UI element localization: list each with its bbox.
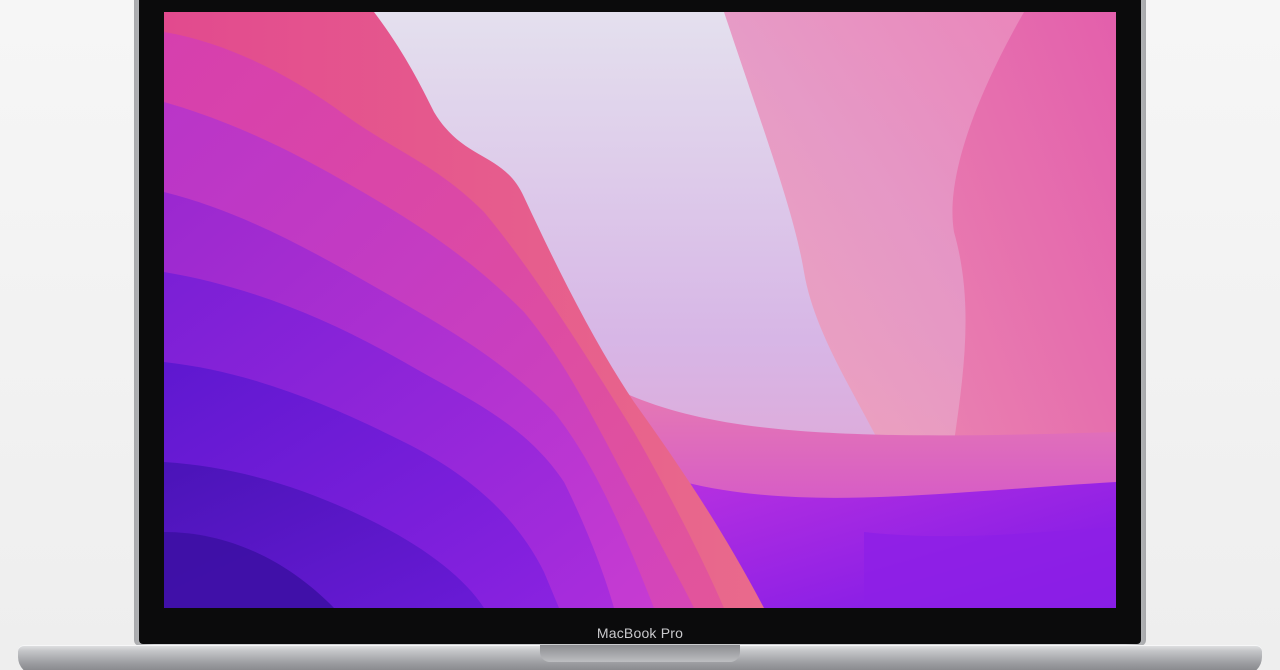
display-screen <box>164 12 1116 608</box>
product-photo: MacBook Pro <box>0 0 1280 670</box>
opening-notch <box>540 645 740 662</box>
wallpaper-image <box>164 12 1116 608</box>
model-label: MacBook Pro <box>596 625 684 641</box>
